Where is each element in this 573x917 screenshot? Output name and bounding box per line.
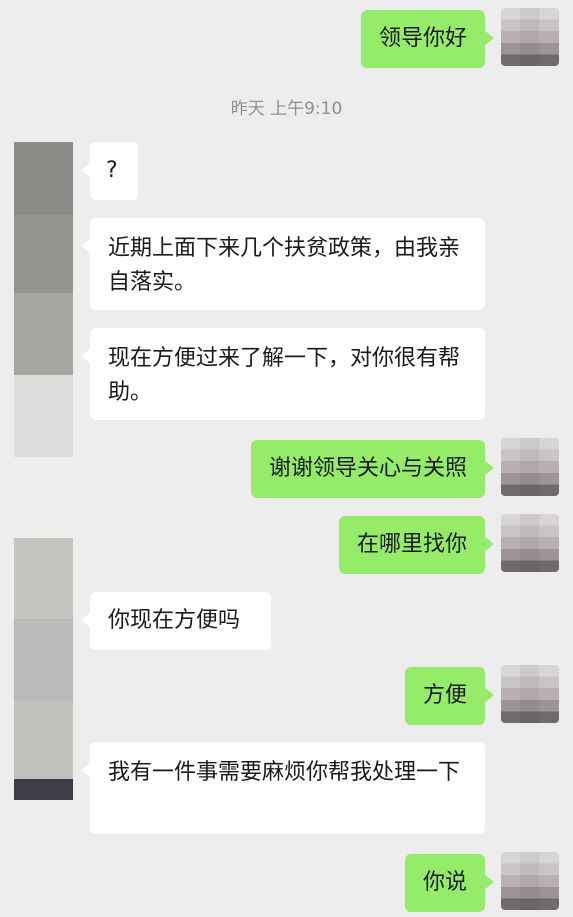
avatar-self[interactable] <box>501 8 559 66</box>
message-bubble-outgoing[interactable]: 谢谢领导关心与关照 <box>250 440 495 498</box>
message-bubble-outgoing[interactable]: 你说 <box>404 854 495 912</box>
message-text: 我有一件事需要麻烦你帮我处理一下 <box>108 760 461 785</box>
message-text: 现在方便过来了解一下，对你很有帮助。 <box>108 346 461 405</box>
avatar-self[interactable] <box>501 665 559 723</box>
message-bubble-incoming[interactable]: 近期上面下来几个扶贫政策，由我亲自落实。 <box>81 218 485 310</box>
message-text: 谢谢领导关心与关照 <box>268 456 467 481</box>
chat-area: 领导你好 昨天 上午9:10 ? 近期上面下来几个扶贫政策，由我亲自落实。 现在… <box>0 0 573 917</box>
avatar-contact[interactable] <box>14 538 73 800</box>
avatar-self[interactable] <box>501 438 559 496</box>
message-text: ? <box>106 158 118 183</box>
message-bubble-outgoing[interactable]: 在哪里找你 <box>338 516 495 574</box>
avatar-self[interactable] <box>501 514 559 572</box>
message-bubble-incoming[interactable]: 我有一件事需要麻烦你帮我处理一下 <box>81 742 485 834</box>
avatar-contact[interactable] <box>14 142 73 457</box>
message-bubble-incoming[interactable]: ? <box>81 142 138 200</box>
message-bubble-outgoing[interactable]: 方便 <box>404 667 495 725</box>
chat-timestamp: 昨天 上午9:10 <box>230 99 343 119</box>
message-text: 方便 <box>422 683 467 708</box>
message-text: 在哪里找你 <box>356 532 467 557</box>
message-text: 近期上面下来几个扶贫政策，由我亲自落实。 <box>108 236 461 295</box>
message-bubble-incoming[interactable]: 你现在方便吗 <box>81 592 271 650</box>
message-text: 你说 <box>422 870 467 895</box>
message-bubble-outgoing[interactable]: 领导你好 <box>360 10 495 68</box>
message-text: 领导你好 <box>378 26 467 51</box>
message-bubble-incoming[interactable]: 现在方便过来了解一下，对你很有帮助。 <box>81 328 485 420</box>
message-text: 你现在方便吗 <box>108 608 241 633</box>
avatar-self[interactable] <box>501 852 559 910</box>
